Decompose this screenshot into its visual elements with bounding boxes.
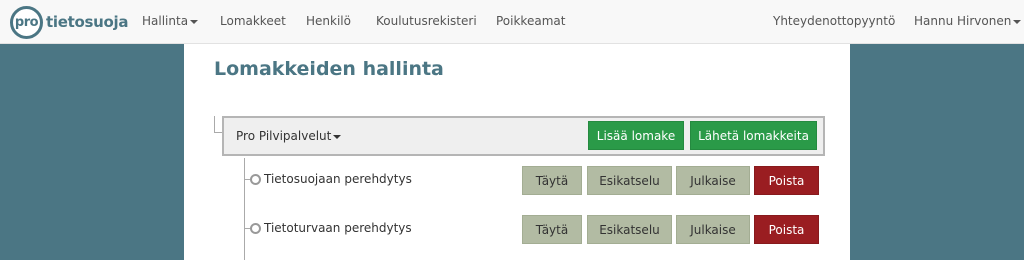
add-form-button[interactable]: Lisää lomake [588, 121, 684, 150]
group-label: Pro Pilvipalvelut [236, 129, 332, 143]
logo-badge: pro [10, 5, 43, 39]
tree-line [244, 158, 245, 260]
main-panel: Lomakkeiden hallinta Pro Pilvipalvelut L… [184, 44, 850, 260]
tree-node-icon [250, 223, 261, 234]
delete-button[interactable]: Poista [754, 166, 819, 195]
group-dropdown[interactable]: Pro Pilvipalvelut [236, 129, 342, 143]
publish-button[interactable]: Julkaise [676, 166, 750, 195]
nav-item-lomakkeet[interactable]: Lomakkeet [220, 14, 286, 28]
nav-item-henkilo[interactable]: Henkilö [306, 14, 351, 28]
nav-item-hallinta[interactable]: Hallinta [142, 14, 199, 28]
user-menu[interactable]: Hannu Hirvonen [914, 14, 1022, 28]
caret-down-icon [333, 134, 342, 139]
preview-button[interactable]: Esikatselu [587, 166, 672, 195]
logo-text: tietosuoja [46, 13, 129, 31]
logo[interactable]: pro tietosuoja [10, 4, 128, 40]
nav-item-label: Poikkeamat [496, 14, 566, 28]
form-name: Tietoturvaan perehdytys [264, 221, 412, 235]
caret-down-icon [1013, 19, 1022, 24]
tree-line [214, 116, 215, 132]
fill-button[interactable]: Täytä [522, 166, 582, 195]
tree-node-icon [250, 174, 261, 185]
fill-button[interactable]: Täytä [522, 215, 582, 244]
nav-item-label: Hallinta [142, 14, 189, 28]
caret-down-icon [190, 19, 199, 24]
nav-item-yhteydenottopyynto[interactable]: Yhteydenottopyyntö [773, 14, 895, 28]
delete-button[interactable]: Poista [754, 215, 819, 244]
publish-button[interactable]: Julkaise [676, 215, 750, 244]
top-navbar: pro tietosuoja Hallinta Lomakkeet Henkil… [0, 0, 1024, 44]
tree-line [214, 132, 222, 133]
nav-item-koulutusrekisteri[interactable]: Koulutusrekisteri [376, 14, 477, 28]
form-group-header: Pro Pilvipalvelut Lisää lomake Lähetä lo… [222, 116, 825, 156]
preview-button[interactable]: Esikatselu [587, 215, 672, 244]
form-name: Tietosuojaan perehdytys [264, 172, 412, 186]
tree-line [244, 228, 250, 229]
nav-item-label: Koulutusrekisteri [376, 14, 477, 28]
send-forms-button[interactable]: Lähetä lomakkeita [690, 121, 817, 150]
tree-line [244, 179, 250, 180]
page-title: Lomakkeiden hallinta [214, 58, 444, 80]
nav-item-label: Lomakkeet [220, 14, 286, 28]
user-name: Hannu Hirvonen [914, 14, 1012, 28]
nav-item-poikkeamat[interactable]: Poikkeamat [496, 14, 565, 28]
nav-item-label: Henkilö [306, 14, 351, 28]
nav-item-label: Yhteydenottopyyntö [773, 14, 896, 28]
